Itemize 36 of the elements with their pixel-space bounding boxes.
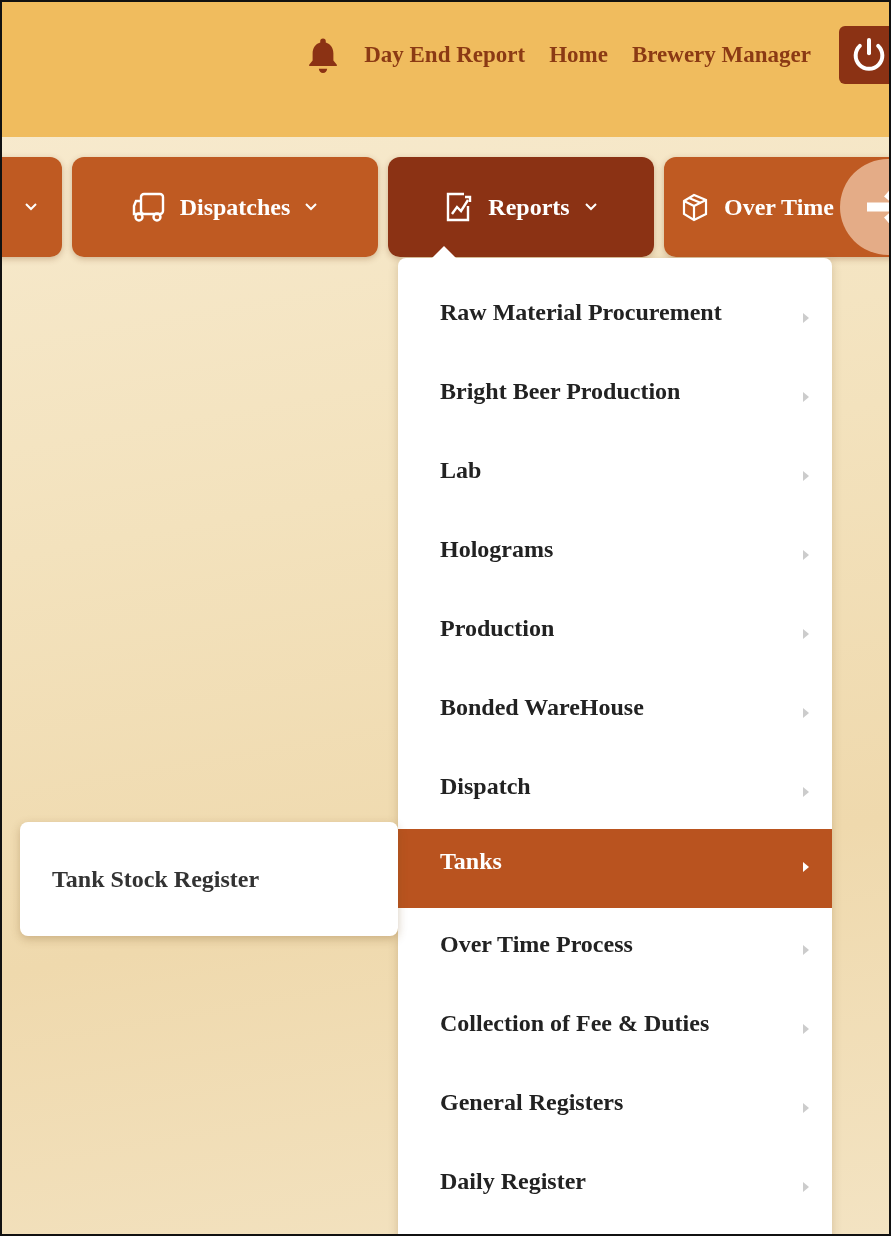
menu-item[interactable]: Tanks (398, 829, 832, 908)
header-link[interactable]: Day End Report (364, 42, 526, 68)
menu-item[interactable]: Holograms (398, 513, 832, 592)
menu-item[interactable]: Bonded WareHouse (398, 671, 832, 750)
menu-item[interactable]: Collection of Fee & Duties (398, 987, 832, 1066)
caret-right-icon (802, 785, 810, 798)
chevron-down-icon (304, 202, 319, 212)
caret-right-icon (802, 548, 810, 561)
caret-right-icon (802, 627, 810, 640)
chevron-down-icon (24, 202, 38, 212)
submenu-item[interactable]: Tank Stock Register (20, 822, 398, 936)
caret-right-icon (802, 390, 810, 403)
box-icon (680, 192, 710, 222)
menu-item[interactable]: Over Time Process (398, 908, 832, 987)
caret-right-icon (802, 860, 810, 873)
caret-right-icon (802, 943, 810, 956)
nav-tab[interactable]: Reports (388, 157, 654, 257)
caret-right-icon (802, 1180, 810, 1193)
caret-right-icon (802, 311, 810, 324)
caret-right-icon (802, 1101, 810, 1114)
truck-icon (131, 191, 166, 223)
header-link[interactable]: Brewery Manager (631, 42, 811, 68)
caret-right-icon (802, 706, 810, 719)
caret-right-icon (802, 1022, 810, 1035)
menu-item[interactable]: Bright Beer Production (398, 355, 832, 434)
power-button[interactable] (839, 26, 889, 84)
menu-item[interactable]: Dispatch (398, 750, 832, 829)
menu-item[interactable]: Production (398, 592, 832, 671)
chevron-down-icon (583, 202, 598, 212)
menu-item[interactable]: Lab (398, 434, 832, 513)
menu-item[interactable]: Daily Register (398, 1145, 832, 1224)
caret-right-icon (802, 469, 810, 482)
nav-tab[interactable]: Dispatches (72, 157, 378, 257)
menu-item[interactable]: General Registers (398, 1066, 832, 1145)
header-link[interactable]: Home (549, 42, 608, 68)
menu-item[interactable]: Raw Material Procurement (398, 276, 832, 355)
